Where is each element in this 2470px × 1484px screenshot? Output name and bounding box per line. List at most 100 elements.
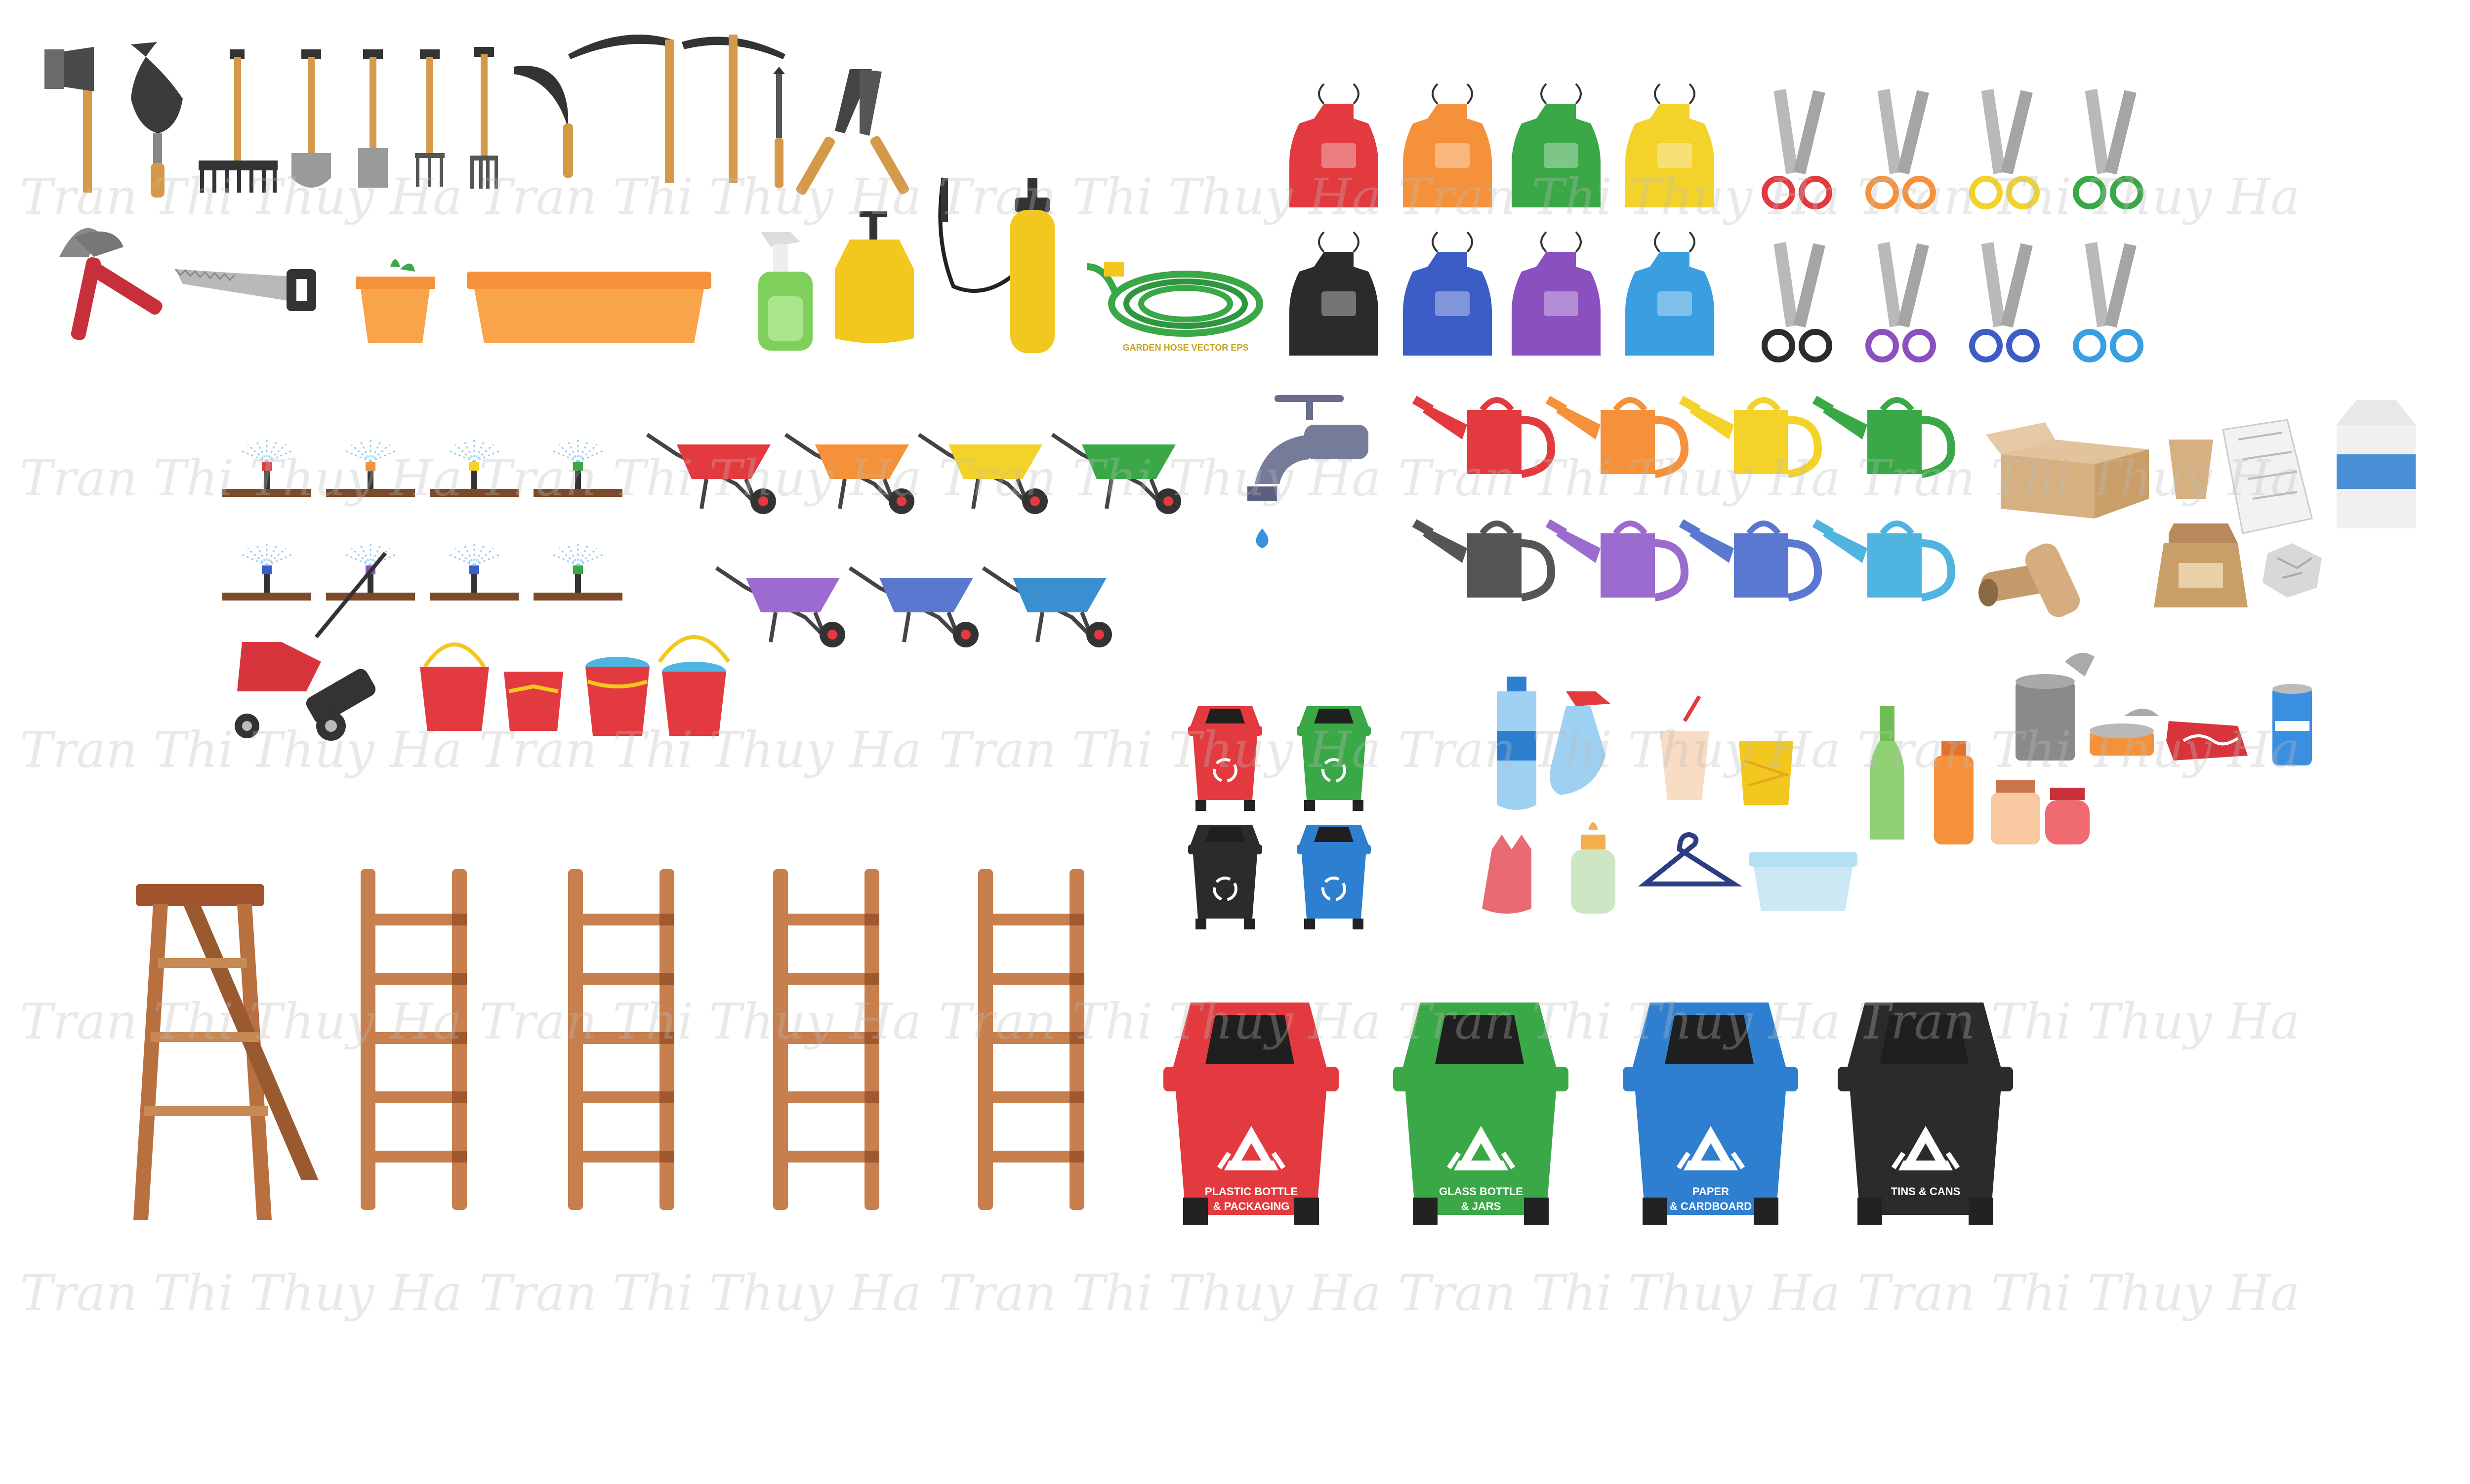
scythe-icon bbox=[568, 35, 674, 183]
backpack-sprayer-icon bbox=[938, 177, 1055, 353]
small-recycle-bin-icon bbox=[1297, 706, 1371, 811]
apron-group bbox=[1289, 83, 1714, 356]
bucket-icon bbox=[420, 642, 489, 731]
tuna-can-icon bbox=[2090, 709, 2159, 756]
small-recycle-bin-icon bbox=[1188, 706, 1262, 811]
spray-bottle-icon bbox=[758, 232, 813, 351]
ladder-group bbox=[361, 869, 1084, 1210]
watering-can-icon bbox=[1412, 396, 1556, 478]
clipart-sheet: GARDEN HOSE VECTOR EPS PLASTIC BOTTLE& P… bbox=[44, 35, 2416, 1225]
clipart-canvas: GARDEN HOSE VECTOR EPS PLASTIC BOTTLE & … bbox=[0, 0, 2470, 1482]
water-bucket-icon bbox=[658, 635, 731, 736]
water-bucket-icon bbox=[585, 657, 650, 736]
watering-can-icon bbox=[1679, 519, 1822, 602]
watering-can-icon bbox=[1812, 519, 1956, 602]
small-recycle-bin-icon bbox=[1297, 825, 1371, 929]
apron-icon bbox=[1403, 83, 1492, 207]
sprinkler-icon bbox=[430, 440, 519, 497]
spade-icon bbox=[291, 49, 331, 188]
sprinkler-icon bbox=[222, 543, 311, 601]
hedge-shears-icon bbox=[796, 69, 909, 195]
scissors-icon bbox=[2073, 241, 2143, 362]
watering-can-icon bbox=[1545, 396, 1689, 478]
hose-label: GARDEN HOSE VECTOR EPS bbox=[1123, 343, 1249, 353]
garden-hose-icon: GARDEN HOSE VECTOR EPS bbox=[1086, 262, 1263, 353]
bin-label: & PACKAGING bbox=[1213, 1200, 1290, 1212]
watering-can-icon bbox=[1812, 396, 1956, 478]
water-bottle-icon bbox=[1497, 677, 1536, 810]
ladder-icon bbox=[361, 869, 467, 1210]
axe-icon bbox=[44, 47, 94, 193]
paper-bag-icon bbox=[2154, 523, 2248, 607]
hand-fork-icon bbox=[415, 49, 445, 187]
wheelbarrow-icon bbox=[784, 433, 914, 514]
bin-label: GLASS BOTTLE bbox=[1439, 1185, 1523, 1198]
shovel-icon bbox=[358, 49, 388, 188]
scissors-icon bbox=[1969, 88, 2040, 209]
scissors-icon bbox=[1969, 241, 2040, 362]
sprinkler-group bbox=[222, 440, 622, 601]
ladder-icon bbox=[773, 869, 879, 1210]
scissors-icon bbox=[1865, 88, 1936, 209]
paper-cup-icon bbox=[2169, 440, 2213, 499]
glass-jar-icon bbox=[1991, 780, 2040, 844]
glass-bottle-icon bbox=[1870, 706, 1904, 840]
flower-pot-icon bbox=[356, 259, 435, 343]
sprinkler-icon bbox=[222, 440, 311, 497]
wheelbarrow-icon bbox=[917, 433, 1048, 514]
trowel-icon bbox=[131, 42, 183, 198]
rake-icon bbox=[199, 49, 278, 193]
wheelbarrow-icon bbox=[848, 566, 979, 647]
bin-label: & CARDBOARD bbox=[1670, 1200, 1752, 1212]
watering-can-icon bbox=[1412, 519, 1556, 602]
apron-icon bbox=[1403, 231, 1492, 356]
recycle-bin-icon: GLASS BOTTLE & JARS bbox=[1393, 1003, 1568, 1225]
small-bin-group bbox=[1188, 706, 1371, 929]
step-ladder-icon bbox=[133, 884, 319, 1220]
baby-bottle-icon bbox=[1571, 822, 1615, 914]
watering-can-icon bbox=[1679, 396, 1822, 478]
apron-icon bbox=[1625, 83, 1714, 207]
apron-icon bbox=[1512, 83, 1601, 207]
apron-icon bbox=[1625, 231, 1714, 356]
pump-sprayer-icon bbox=[835, 211, 914, 343]
bin-label: TINS & CANS bbox=[1891, 1185, 1961, 1198]
big-bin-group: PLASTIC BOTTLE & PACKAGING GLASS BOTTLE & J… bbox=[1163, 1003, 2013, 1225]
plastic-bag-icon bbox=[1482, 835, 1531, 914]
hanger-icon bbox=[1638, 832, 1743, 886]
scissors-icon bbox=[1762, 88, 1832, 209]
wheelbarrow-group bbox=[646, 433, 1181, 647]
faucet-icon bbox=[1247, 395, 1368, 548]
food-container-icon bbox=[1749, 852, 1857, 911]
weeder-icon bbox=[773, 67, 785, 188]
apron-icon bbox=[1289, 83, 1378, 207]
scissors-icon bbox=[1865, 241, 1936, 362]
watering-can-icon bbox=[1545, 519, 1689, 602]
planter-box-icon bbox=[467, 272, 711, 343]
scissors-group bbox=[1762, 88, 2143, 362]
recycle-bin-icon: TINS & CANS bbox=[1838, 1003, 2013, 1225]
sprinkler-icon bbox=[430, 543, 519, 601]
crumpled-paper-icon bbox=[2263, 543, 2322, 598]
cardboard-box-icon bbox=[1986, 422, 2149, 519]
apron-icon bbox=[1512, 231, 1601, 356]
ladder-icon bbox=[978, 869, 1084, 1210]
hand-saw-icon bbox=[174, 269, 316, 311]
apron-icon bbox=[1289, 231, 1378, 356]
milk-carton-icon bbox=[2337, 400, 2416, 528]
wheelbarrow-icon bbox=[1051, 433, 1181, 514]
wheelbarrow-icon bbox=[646, 433, 776, 514]
bin-label: & JARS bbox=[1461, 1200, 1501, 1212]
sprinkler-icon bbox=[534, 440, 622, 497]
sickle-icon bbox=[514, 66, 573, 178]
pitchfork-icon bbox=[470, 47, 498, 189]
crushed-can-icon bbox=[2166, 721, 2248, 761]
soda-can-icon bbox=[2272, 684, 2312, 765]
recycle-bin-icon: PLASTIC BOTTLE & PACKAGING bbox=[1163, 1003, 1339, 1225]
scissors-icon bbox=[2073, 88, 2143, 209]
tin-can-icon bbox=[2016, 653, 2095, 761]
ladder-icon bbox=[568, 869, 674, 1210]
paper-sheets-icon bbox=[2222, 419, 2313, 534]
sprinkler-icon bbox=[326, 440, 415, 497]
spray-bottle-icon bbox=[1550, 691, 1610, 795]
